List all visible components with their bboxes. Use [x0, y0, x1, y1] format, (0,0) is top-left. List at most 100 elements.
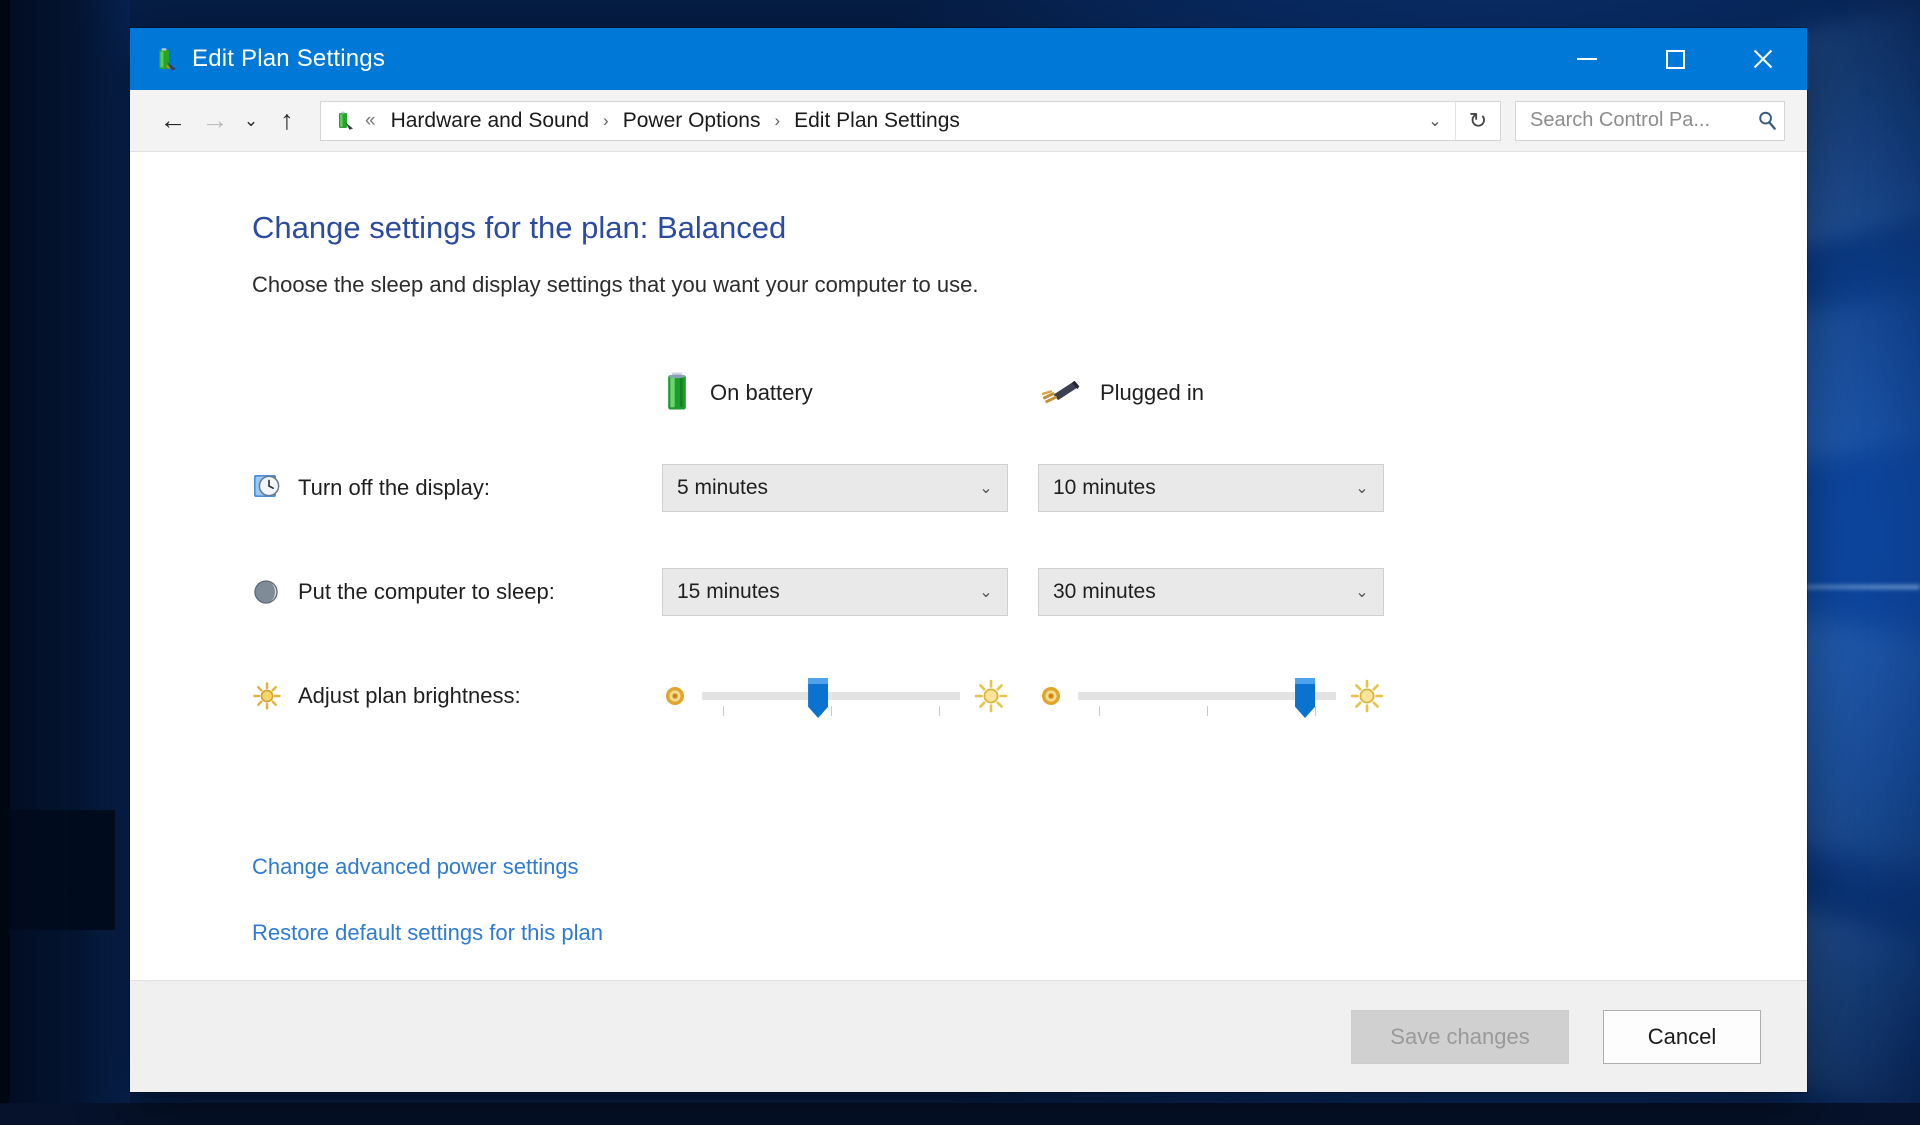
column-header-on-battery-label: On battery — [710, 380, 813, 405]
display-clock-icon — [252, 473, 282, 503]
title-bar[interactable]: Edit Plan Settings — [130, 28, 1807, 90]
column-header-plugged-in: Plugged in — [1038, 350, 1384, 436]
setting-row-sleep: Put the computer to sleep: 15 minutes ⌄ — [252, 540, 1384, 644]
slider-tick — [722, 706, 724, 716]
restore-default-settings-link[interactable]: Restore default settings for this plan — [252, 920, 603, 946]
minimize-icon — [1577, 58, 1597, 60]
refresh-icon[interactable]: ↻ — [1455, 101, 1500, 140]
setting-label-turn-off-display: Turn off the display: — [298, 475, 490, 500]
link-row: Change advanced power settings — [252, 854, 1807, 920]
content-area: Change settings for the plan: Balanced C… — [130, 152, 1807, 980]
chevron-down-icon: ⌄ — [1355, 480, 1369, 497]
power-settings-grid: On battery Plugged in Turn off the displ… — [252, 350, 1384, 748]
up-button[interactable]: ↑ — [266, 100, 308, 142]
slider-tick — [831, 706, 832, 716]
maximize-button[interactable] — [1631, 28, 1719, 90]
links-section: Change advanced power settings Restore d… — [252, 854, 1807, 980]
breadcrumb-hardware-and-sound[interactable]: Hardware and Sound — [386, 106, 594, 136]
wallpaper-left-shade — [0, 0, 130, 1125]
search-box[interactable] — [1515, 100, 1785, 141]
content-inner: Change settings for the plan: Balanced C… — [130, 210, 1807, 980]
dropdown-sleep-battery[interactable]: 15 minutes ⌄ — [662, 568, 1008, 616]
header-spacer — [252, 350, 662, 436]
dropdown-value: 30 minutes — [1053, 580, 1156, 603]
column-header-plugged-in-label: Plugged in — [1100, 380, 1204, 405]
brightness-sun-icon — [252, 681, 282, 711]
address-bar[interactable]: « Hardware and Sound › Power Options › E… — [320, 100, 1501, 141]
sleep-moon-icon — [252, 577, 282, 607]
window-title: Edit Plan Settings — [192, 45, 386, 72]
chevron-down-icon: ⌄ — [979, 584, 993, 601]
back-button[interactable]: ← — [152, 100, 194, 142]
dim-sun-icon — [1038, 683, 1064, 709]
dropdown-turn-off-display-battery[interactable]: 5 minutes ⌄ — [662, 464, 1008, 512]
dropdown-sleep-plugged[interactable]: 30 minutes ⌄ — [1038, 568, 1384, 616]
close-button[interactable] — [1719, 28, 1807, 90]
breadcrumb-separator[interactable]: › — [603, 111, 609, 131]
search-icon[interactable] — [1750, 109, 1784, 132]
setting-plugged-cell: 10 minutes ⌄ — [1038, 436, 1384, 540]
dim-sun-icon — [662, 683, 688, 709]
brightness-plugged-cell — [1038, 644, 1384, 748]
breadcrumb-power-options[interactable]: Power Options — [618, 106, 766, 136]
setting-battery-cell: 15 minutes ⌄ — [662, 540, 1038, 644]
slider-track — [702, 692, 960, 700]
setting-row-turn-off-display: Turn off the display: 5 minutes ⌄ 10 min — [252, 436, 1384, 540]
maximize-icon — [1665, 49, 1685, 69]
setting-label-cell: Turn off the display: — [252, 436, 662, 540]
brightness-slider-battery[interactable] — [662, 666, 1008, 726]
edit-plan-settings-window: Edit Plan Settings ← → ⌄ ↑ « Hardware an… — [130, 28, 1807, 1092]
slider-thumb-plugged[interactable] — [1295, 678, 1316, 718]
settings-header-row: On battery Plugged in — [252, 350, 1384, 436]
column-header-on-battery: On battery — [662, 350, 1038, 436]
window-controls — [1543, 28, 1807, 90]
breadcrumb-separator[interactable]: › — [774, 111, 780, 131]
dropdown-value: 10 minutes — [1053, 476, 1156, 499]
battery-plug-icon — [152, 46, 178, 72]
setting-label-brightness: Adjust plan brightness: — [298, 683, 521, 708]
setting-label-cell: Adjust plan brightness: — [252, 644, 662, 748]
minimize-button[interactable] — [1543, 28, 1631, 90]
setting-battery-cell: 5 minutes ⌄ — [662, 436, 1038, 540]
slider-thumb-battery[interactable] — [808, 678, 829, 718]
chevron-down-icon[interactable]: ⌄ — [1415, 102, 1455, 140]
breadcrumb-edit-plan-settings[interactable]: Edit Plan Settings — [789, 106, 965, 136]
change-advanced-power-settings-link[interactable]: Change advanced power settings — [252, 854, 579, 880]
desktop-background: Edit Plan Settings ← → ⌄ ↑ « Hardware an… — [0, 0, 1920, 1125]
cancel-button[interactable]: Cancel — [1603, 1009, 1761, 1064]
wallpaper-band — [0, 810, 115, 930]
bright-sun-icon — [974, 679, 1008, 713]
dropdown-turn-off-display-plugged[interactable]: 10 minutes ⌄ — [1038, 464, 1384, 512]
bright-sun-icon — [1350, 679, 1384, 713]
slider-tick — [1098, 706, 1100, 716]
slider-tick — [1315, 706, 1317, 716]
setting-label-cell: Put the computer to sleep: — [252, 540, 662, 644]
setting-label-sleep: Put the computer to sleep: — [298, 579, 555, 604]
slider-tick — [1207, 706, 1208, 716]
brightness-slider-plugged[interactable] — [1038, 666, 1384, 726]
setting-plugged-cell: 30 minutes ⌄ — [1038, 540, 1384, 644]
recent-locations-button[interactable]: ⌄ — [236, 100, 266, 142]
battery-icon — [662, 370, 692, 417]
search-input[interactable] — [1516, 109, 1751, 132]
address-root-glyph[interactable]: « — [365, 110, 376, 132]
chevron-down-icon: ⌄ — [1355, 584, 1369, 601]
slider-track-area[interactable] — [1078, 676, 1336, 718]
link-row: Restore default settings for this plan — [252, 920, 1807, 980]
slider-track-area[interactable] — [702, 676, 960, 718]
setting-row-brightness: Adjust plan brightness: — [252, 644, 1384, 748]
close-icon — [1751, 47, 1775, 71]
page-subtitle: Choose the sleep and display settings th… — [252, 272, 979, 297]
navigation-bar: ← → ⌄ ↑ « Hardware and Sound › Power Opt… — [130, 90, 1807, 152]
wallpaper-edge — [0, 0, 10, 1125]
power-plug-icon — [1038, 375, 1082, 412]
slider-tick — [939, 706, 941, 716]
dropdown-value: 5 minutes — [677, 476, 769, 499]
forward-button[interactable]: → — [194, 100, 236, 142]
page-title: Change settings for the plan: Balanced — [252, 210, 787, 245]
chevron-down-icon: ⌄ — [979, 480, 993, 497]
save-changes-button[interactable]: Save changes — [1351, 1009, 1569, 1064]
dropdown-value: 15 minutes — [677, 580, 780, 603]
dialog-footer: Save changes Cancel — [130, 980, 1807, 1092]
taskbar[interactable] — [0, 1103, 1920, 1125]
